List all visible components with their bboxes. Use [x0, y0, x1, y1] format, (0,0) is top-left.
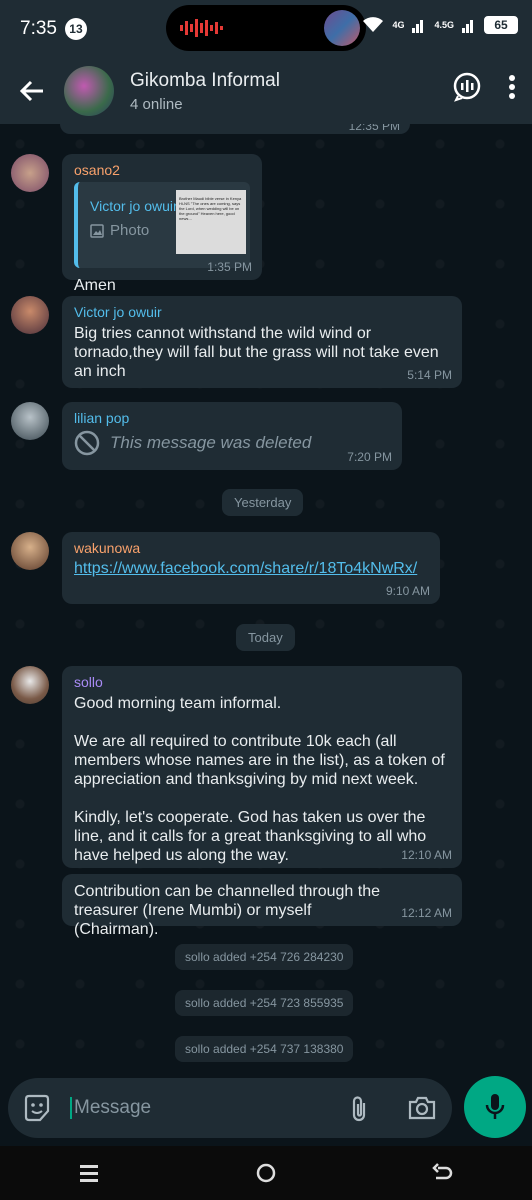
sticker-icon[interactable]	[22, 1093, 52, 1123]
sender-name[interactable]: wakunowa	[74, 540, 428, 556]
sender-name[interactable]: Victor jo owuir	[74, 304, 450, 320]
avatar[interactable]	[11, 296, 49, 334]
back-nav-icon[interactable]	[432, 1163, 454, 1183]
message-bubble[interactable]: lilian pop This message was deleted 7:20…	[62, 402, 402, 470]
more-options-icon[interactable]	[508, 74, 516, 100]
camera-icon[interactable]	[408, 1095, 436, 1121]
message-time: 5:14 PM	[407, 368, 452, 382]
avatar[interactable]	[11, 666, 49, 704]
battery-indicator: 65	[484, 16, 518, 34]
quoted-message[interactable]: Victor jo owuir Photo Brother Maudi bibl…	[74, 182, 250, 268]
dynamic-island	[166, 5, 366, 51]
message-time: 12:12 AM	[401, 906, 452, 920]
message-time: 12:35 PM	[348, 124, 400, 133]
message-bubble[interactable]: sollo Good morning team informal. We are…	[62, 666, 462, 868]
message-composer[interactable]: Message	[8, 1078, 452, 1138]
audio-wave-icon	[180, 19, 223, 37]
message-time: 12:10 AM	[401, 848, 452, 862]
network-label-1: 4G	[392, 20, 405, 30]
voice-record-button[interactable]	[464, 1076, 526, 1138]
online-count: 4 online	[130, 95, 183, 113]
message-bubble[interactable]: wakunowa https://www.facebook.com/share/…	[62, 532, 440, 604]
avatar[interactable]	[11, 154, 49, 192]
quote-thumbnail: Brother Maudi bible verse in Kenya Hi-NS…	[176, 190, 246, 254]
text-cursor	[70, 1097, 72, 1119]
system-navigation-bar	[0, 1146, 532, 1200]
deleted-text: This message was deleted	[110, 433, 312, 452]
voice-chat-icon[interactable]	[452, 72, 482, 102]
status-icons: 4G 4.5G 65	[362, 16, 518, 34]
attach-icon[interactable]	[348, 1095, 370, 1123]
signal-icon	[412, 20, 424, 33]
message-text: Big tries cannot withstand the wild wind…	[74, 325, 439, 380]
sender-name[interactable]: sollo	[74, 674, 450, 690]
chat-header: Gikomba Informal 4 online	[0, 58, 532, 124]
microphone-icon	[485, 1094, 505, 1119]
message-bubble[interactable]: osano2 Victor jo owuir Photo Brother Mau…	[62, 154, 262, 294]
quote-type-label: Photo	[110, 222, 150, 239]
sender-name[interactable]: osano2	[74, 162, 250, 178]
system-message: sollo added +254 723 855935	[175, 990, 354, 1016]
date-separator: Today	[236, 624, 295, 651]
chat-area[interactable]: 12:35 PM osano2 Victor jo owuir Photo Br…	[0, 124, 532, 1074]
signal-icon-2	[462, 20, 473, 33]
sender-name[interactable]: lilian pop	[74, 410, 390, 426]
header-actions	[452, 72, 516, 102]
group-info[interactable]: Gikomba Informal 4 online	[130, 70, 280, 113]
message-time: 9:10 AM	[385, 584, 430, 598]
island-avatar	[324, 10, 360, 46]
message-link[interactable]: https://www.facebook.com/share/r/18To4kN…	[74, 560, 417, 577]
quote-sender: Victor jo owuir	[90, 198, 178, 214]
message-time: 1:35 PM	[207, 260, 252, 274]
date-separator: Yesterday	[222, 489, 304, 516]
message-text: Amen	[74, 277, 116, 294]
avatar[interactable]	[11, 532, 49, 570]
network-label-2: 4.5G	[434, 20, 454, 30]
status-time: 7:35	[20, 18, 57, 39]
system-message: sollo added +254 737 138380	[175, 1036, 354, 1062]
message-bubble[interactable]: Victor jo owuir Big tries cannot withsta…	[62, 296, 462, 388]
recent-apps-icon[interactable]	[78, 1163, 100, 1183]
avatar[interactable]	[11, 402, 49, 440]
message-text: Contribution can be channelled through t…	[74, 883, 380, 938]
composer-actions	[348, 1095, 436, 1123]
deleted-message: This message was deleted	[74, 430, 390, 456]
wifi-icon	[363, 17, 384, 32]
notification-count-badge: 13	[64, 18, 87, 40]
blocked-icon	[74, 430, 100, 456]
photo-icon	[90, 223, 104, 238]
quote-type: Photo	[90, 222, 149, 239]
message-input[interactable]: Message	[74, 1097, 151, 1119]
group-name: Gikomba Informal	[130, 69, 280, 91]
message-bubble-partial[interactable]: 12:35 PM	[60, 124, 410, 134]
back-button[interactable]	[0, 80, 64, 102]
group-avatar[interactable]	[64, 66, 114, 116]
message-time: 7:20 PM	[347, 450, 392, 464]
home-icon[interactable]	[255, 1162, 277, 1184]
arrow-left-icon	[19, 80, 43, 102]
message-bubble[interactable]: Contribution can be channelled through t…	[62, 874, 462, 938]
message-text: Good morning team informal. We are all r…	[74, 695, 445, 864]
system-message: sollo added +254 726 284230	[175, 944, 354, 970]
